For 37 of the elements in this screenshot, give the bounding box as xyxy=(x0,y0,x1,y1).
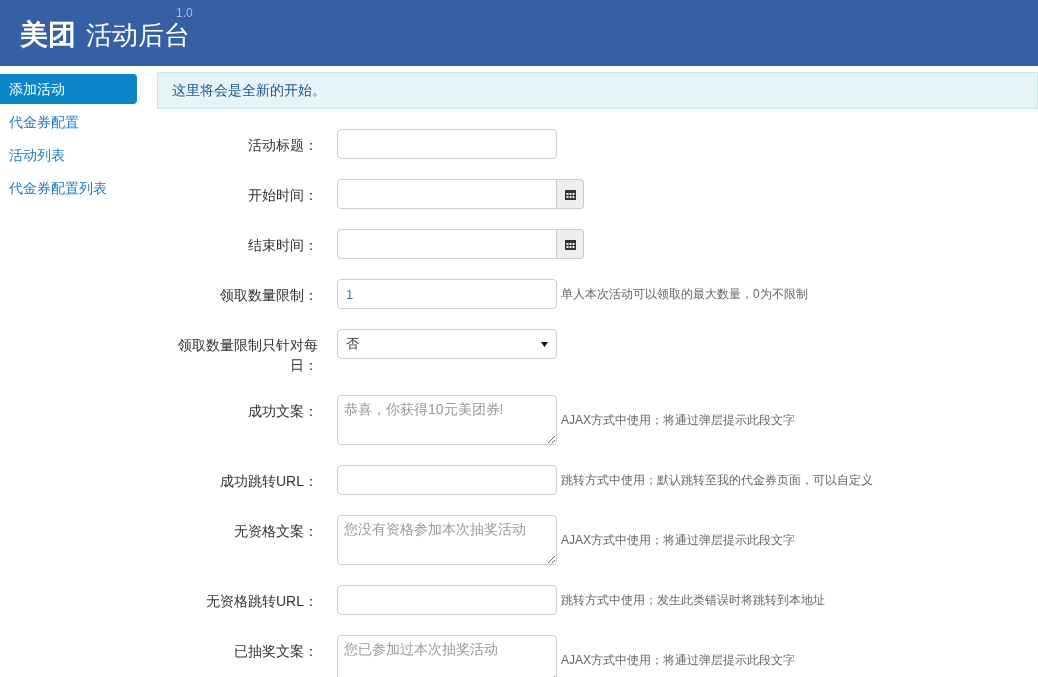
textarea-field[interactable]: 您已参加过本次抽奖活动 xyxy=(337,635,557,677)
field-label: 成功文案： xyxy=(247,402,318,421)
field-label: 开始时间： xyxy=(247,186,318,205)
info-alert: 这里将会是全新的开始。 xyxy=(157,72,1038,109)
caret-icon xyxy=(541,341,548,347)
field-label: 领取数量限制： xyxy=(219,286,318,305)
date-input-field[interactable] xyxy=(337,179,584,209)
calendar-icon xyxy=(564,238,576,250)
sidebar-nav-link[interactable]: 添加活动 xyxy=(0,74,137,104)
sidebar-nav-link[interactable]: 代金券配置 xyxy=(0,107,137,137)
logo-text: 美团 xyxy=(20,17,76,53)
calendar-button[interactable] xyxy=(557,179,584,209)
field-label: 活动标题： xyxy=(247,136,318,155)
textarea-field[interactable]: 您没有资格参加本次抽奖活动 xyxy=(337,515,557,565)
help-text: 单人本次活动可以领取的最大数量，0为不限制 xyxy=(561,286,808,303)
text-input-field[interactable] xyxy=(337,585,557,615)
field-label: 结束时间： xyxy=(247,236,318,255)
help-text: 跳转方式中使用；发生此类错误时将跳转到本地址 xyxy=(561,592,825,609)
calendar-button[interactable] xyxy=(557,229,584,259)
date-input-field[interactable] xyxy=(337,229,584,259)
help-text: AJAX方式中使用；将通过弹层提示此段文字 xyxy=(561,412,795,429)
sidebar-nav-link[interactable]: 代金券配置列表 xyxy=(0,173,137,203)
text-input-field[interactable]: 1 xyxy=(337,279,557,309)
field-label: 领取数量限制只针对每日： xyxy=(177,336,318,375)
field-label: 无资格文案： xyxy=(233,522,318,541)
select-dropdown[interactable]: 否 xyxy=(337,329,557,359)
textarea-field[interactable]: 恭喜，你获得10元美团券! xyxy=(337,395,557,445)
help-text: AJAX方式中使用；将通过弹层提示此段文字 xyxy=(561,652,795,669)
calendar-icon xyxy=(564,188,576,200)
field-label: 成功跳转URL： xyxy=(219,472,318,491)
text-input-field[interactable] xyxy=(337,465,557,495)
field-label: 无资格跳转URL： xyxy=(205,592,318,611)
text-input-field[interactable] xyxy=(337,129,557,159)
field-label: 已抽奖文案： xyxy=(233,642,318,661)
help-text: AJAX方式中使用；将通过弹层提示此段文字 xyxy=(561,532,795,549)
sidebar-nav-link[interactable]: 活动列表 xyxy=(0,140,137,170)
help-text: 跳转方式中使用；默认跳转至我的代金券页面，可以自定义 xyxy=(561,472,873,489)
